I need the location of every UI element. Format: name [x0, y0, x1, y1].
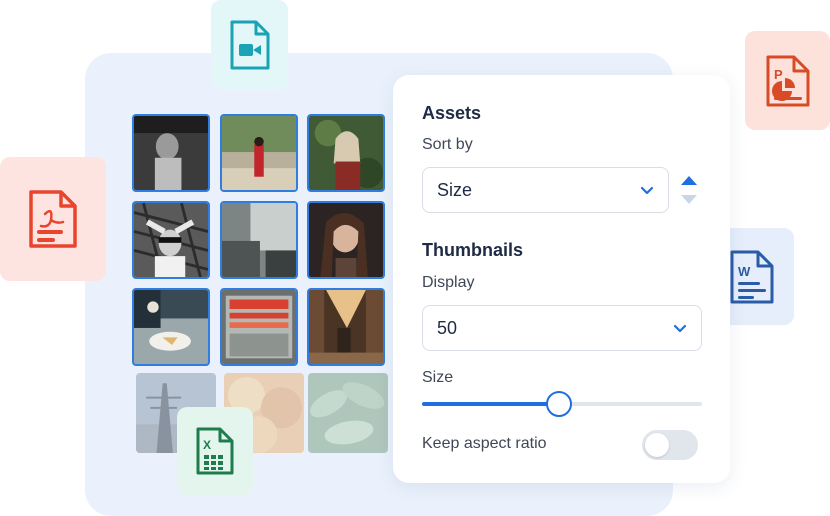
thumbnail-image[interactable]: [307, 288, 385, 366]
toggle-knob: [645, 433, 669, 457]
sort-by-select[interactable]: Size: [422, 167, 669, 213]
video-file-icon: [230, 20, 269, 70]
display-label: Display: [422, 274, 475, 291]
thumbnail-image[interactable]: [132, 201, 210, 279]
sort-by-label: Sort by: [422, 136, 473, 153]
size-slider-fill: [422, 402, 560, 406]
pdf-file-badge: [0, 157, 106, 281]
thumbnail-image[interactable]: [132, 114, 210, 192]
keep-aspect-label: Keep aspect ratio: [422, 435, 547, 452]
word-file-icon: W: [730, 250, 774, 303]
size-slider[interactable]: [422, 391, 702, 417]
svg-text:P: P: [774, 67, 783, 82]
display-select[interactable]: 50: [422, 305, 702, 351]
keep-aspect-toggle[interactable]: [642, 430, 698, 460]
powerpoint-file-badge: P: [745, 31, 830, 130]
thumbnails-heading: Thumbnails: [422, 240, 524, 260]
thumbnail-image[interactable]: [132, 288, 210, 366]
sort-descending-icon: [681, 195, 697, 204]
thumbnail-image[interactable]: [220, 201, 298, 279]
svg-text:X: X: [203, 438, 211, 452]
thumbnail-image[interactable]: [307, 114, 385, 192]
display-value: 50: [437, 317, 458, 338]
thumbnail-image[interactable]: [220, 114, 298, 192]
size-label: Size: [422, 369, 454, 386]
thumbnail-image[interactable]: [220, 288, 298, 366]
thumbnail-image[interactable]: [308, 373, 388, 453]
excel-file-icon: X: [196, 427, 234, 475]
assets-heading: Assets: [422, 103, 482, 123]
pdf-file-icon: [29, 190, 77, 248]
powerpoint-file-icon: P: [766, 55, 809, 106]
excel-file-badge: X: [177, 407, 253, 495]
size-slider-handle[interactable]: [546, 391, 573, 417]
video-file-badge: [211, 0, 288, 90]
chevron-down-icon: [640, 186, 654, 195]
thumbnail-image[interactable]: [307, 201, 385, 279]
svg-text:W: W: [738, 264, 751, 279]
chevron-down-icon: [673, 324, 687, 333]
settings-card: Assets Sort by Size Thumbnails Display 5…: [393, 75, 730, 483]
sort-direction-toggle[interactable]: [679, 174, 699, 206]
sort-ascending-icon: [681, 176, 697, 185]
sort-by-value: Size: [437, 179, 473, 200]
